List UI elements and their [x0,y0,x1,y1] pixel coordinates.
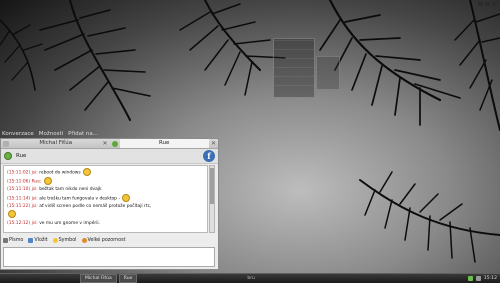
close-icon[interactable]: ✕ [211,140,216,147]
desktop-side-widget [316,56,340,90]
menu-item-add[interactable]: Přidat na... [68,131,98,137]
message-text: ve mu um gnome v impérii. [39,220,101,226]
widget-item[interactable] [274,76,314,85]
task-middle-label: bru [247,276,255,281]
message-line [7,210,204,219]
smiley-label: Symbol [58,238,77,243]
chat-tab-bar: Michal Fiťúa ✕ Rue ✕ [1,139,218,149]
message-time: (15:11:06) [7,179,31,185]
message-text: bežtak tam nikdo neni dvajk [39,187,102,193]
message-line: (15:11:06) Rue: [7,177,204,186]
chat-window: Michal Fiťúa ✕ Rue ✕ Rue f (15:11:02) js… [0,138,219,270]
font-button[interactable]: Písmo [3,238,23,243]
panel-icon[interactable] [485,1,490,6]
message-line: (15:12:12) jsi: ve mu um gnome v impérii… [7,220,204,228]
message-nick: jsi: [31,196,38,202]
format-toolbar: Písmo Vložit Symbol Velké pozornost [3,236,215,245]
message-history[interactable]: (15:11:02) jsi: reboot do windows (15:11… [3,165,208,233]
scrollbar-thumb[interactable] [210,168,214,204]
message-line: (15:11:10) jsi: bežtak tam nikdo neni dv… [7,186,204,194]
tab-michal[interactable]: Michal Fiťúa [11,139,100,148]
message-time: (15:12:12) [7,220,31,226]
widget-item[interactable] [274,40,314,49]
message-nick: jsi: [31,220,38,226]
menu-item-conversation[interactable]: Konverzace [2,131,34,137]
top-panel [0,0,500,7]
message-time: (15:11:14) [7,196,31,202]
message-line: (15:11:02) jsi: reboot do windows [7,168,204,177]
tab-icon [3,140,9,147]
widget-item[interactable] [274,49,314,58]
insert-button[interactable]: Vložit [28,238,48,243]
smiley-button[interactable]: Symbol [52,238,77,243]
message-text: ale trošku tam fungovala v desktop - [39,196,120,202]
desktop-menu-widget[interactable] [273,38,315,98]
top-tray [478,1,497,6]
message-nick: jsi: [31,170,38,176]
clock[interactable]: 15:12 [484,276,497,281]
online-icon [111,140,118,147]
status-online-icon [4,152,12,160]
message-nick: jsi: [31,187,38,193]
message-time: (15:11:02) [7,170,31,176]
message-nick: jsi: [31,203,38,209]
message-line: (15:11:14) jsi: ale trošku tam fungovala… [7,193,204,203]
font-icon [3,238,8,243]
attention-button[interactable]: Velké pozornost [81,238,126,243]
contact-header: Rue f [1,149,218,164]
smiley-icon [52,238,58,243]
close-icon[interactable]: ✕ [102,140,107,147]
contact-name: Rue [16,153,27,159]
message-time: (15:11:22) [7,203,31,209]
message-input[interactable] [3,247,215,267]
widget-item[interactable] [274,67,314,76]
volume-icon[interactable] [475,276,481,281]
message-text: reboot do windows [39,170,81,176]
system-tray: 15:12 [467,276,497,281]
message-time: (15:11:10) [7,187,31,193]
widget-item[interactable] [274,85,314,94]
smiley-icon [83,168,92,176]
smiley-icon [43,177,52,186]
buddy-icon: f [203,150,215,162]
panel-icon[interactable] [492,1,497,6]
attention-icon [81,238,87,243]
smiley-icon [122,193,131,202]
network-icon[interactable] [467,276,473,281]
menu-item-options[interactable]: Možnosti [39,131,63,137]
tab-rue[interactable]: Rue [119,139,209,148]
insert-icon [28,238,34,243]
chat-menu-bar: Konverzace Možnosti Přidat na... [0,129,142,138]
widget-item[interactable] [274,58,314,67]
message-line: (15:11:22) jsi: ať vidíš screen podle co… [7,203,204,211]
message-text: ať vidíš screen podle co nemáš protože p… [39,203,152,209]
insert-label: Vložit [34,238,48,243]
panel-icon[interactable] [478,1,483,6]
font-label: Písmo [9,238,24,243]
message-scrollbar[interactable] [209,165,215,233]
message-nick: Rue: [31,179,42,185]
smiley-icon [8,210,16,219]
attention-label: Velké pozornost [87,238,126,243]
